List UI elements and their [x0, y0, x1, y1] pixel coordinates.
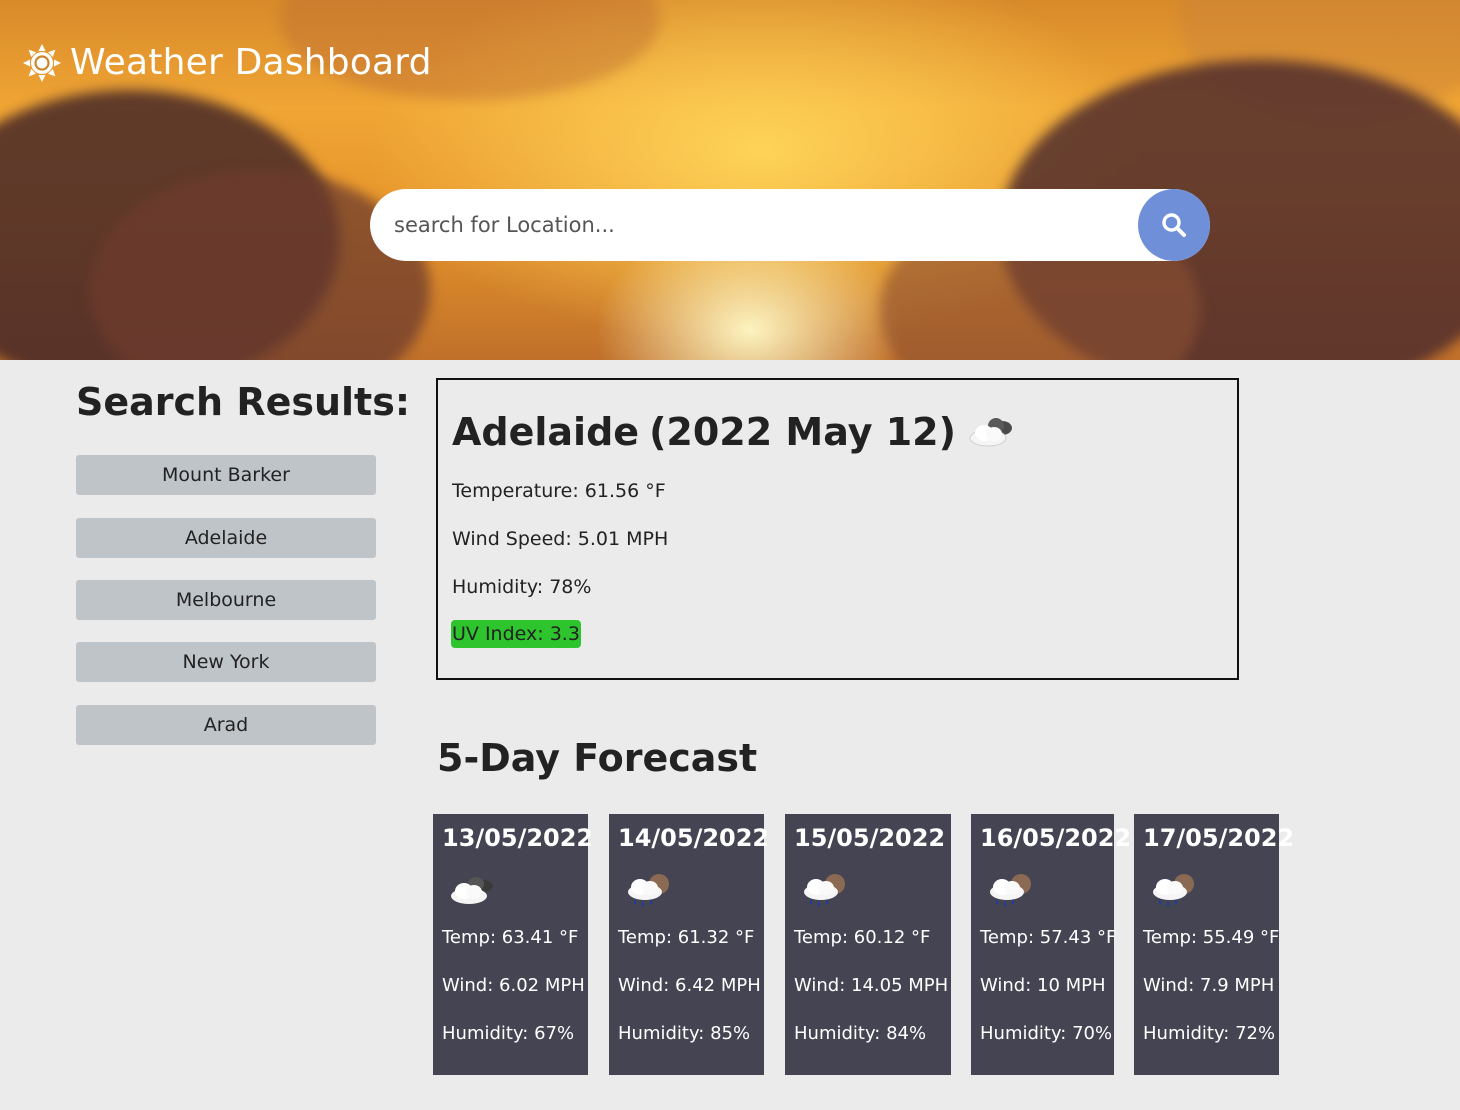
forecast-wind: Wind: 6.02 MPH	[442, 975, 585, 996]
rain-icon	[1153, 874, 1194, 907]
forecast-card: 17/05/2022 Temp: 55.49 °F Wind: 7.9 MPH …	[1134, 814, 1294, 1075]
brand: Weather Dashboard	[22, 42, 432, 83]
forecast-wind: Wind: 6.42 MPH	[618, 975, 761, 996]
search-result-button[interactable]: Adelaide	[76, 518, 376, 558]
app-title: Weather Dashboard	[70, 42, 432, 83]
current-temperature: Temperature: 61.56 °F	[452, 480, 666, 502]
search-result-button[interactable]: Mount Barker	[76, 455, 376, 495]
search-result-button[interactable]: Arad	[76, 705, 376, 745]
rain-icon	[804, 874, 845, 907]
current-city: Adelaide	[452, 410, 640, 454]
hero-header: Weather Dashboard	[0, 0, 1460, 360]
cloudy-icon	[451, 877, 493, 904]
forecast-wind: Wind: 10 MPH	[980, 975, 1106, 996]
forecast-date: 15/05/2022	[794, 824, 946, 852]
search-results-title: Search Results:	[76, 380, 411, 424]
current-humidity: Humidity: 78%	[452, 576, 592, 598]
search-icon	[1162, 213, 1186, 237]
forecast-date: 14/05/2022	[618, 824, 770, 852]
current-date: (2022 May 12)	[649, 410, 956, 454]
forecast-date: 16/05/2022	[980, 824, 1132, 852]
forecast-temp: Temp: 60.12 °F	[794, 927, 931, 948]
search-input[interactable]	[370, 189, 1138, 261]
search-result-button[interactable]: Melbourne	[76, 580, 376, 620]
uv-index-badge: UV Index: 3.3	[451, 620, 581, 648]
search-result-button[interactable]: New York	[76, 642, 376, 682]
forecast-humidity: Humidity: 72%	[1143, 1023, 1276, 1044]
forecast-card: 14/05/2022 Temp: 61.32 °F Wind: 6.42 MPH…	[609, 814, 769, 1075]
current-weather-card: Adelaide (2022 May 12) Temperature: 61.5…	[436, 378, 1239, 680]
current-wind: Wind Speed: 5.01 MPH	[452, 528, 669, 550]
forecast-card: 15/05/2022 Temp: 60.12 °F Wind: 14.05 MP…	[785, 814, 951, 1075]
forecast-humidity: Humidity: 70%	[980, 1023, 1113, 1044]
forecast-humidity: Humidity: 85%	[618, 1023, 751, 1044]
rain-icon	[990, 874, 1031, 907]
forecast-temp: Temp: 57.43 °F	[980, 927, 1117, 948]
cloudy-icon	[969, 418, 1012, 447]
forecast-wind: Wind: 14.05 MPH	[794, 975, 949, 996]
search-bar	[370, 189, 1210, 261]
current-weather-heading: Adelaide (2022 May 12)	[452, 410, 1022, 454]
sun-icon	[23, 43, 61, 82]
forecast-card: 16/05/2022 Temp: 57.43 °F Wind: 10 MPH H…	[971, 814, 1131, 1075]
forecast-temp: Temp: 55.49 °F	[1143, 927, 1280, 948]
forecast-humidity: Humidity: 84%	[794, 1023, 927, 1044]
forecast-date: 17/05/2022	[1143, 824, 1295, 852]
forecast-card: 13/05/2022 Temp: 63.41 °F Wind: 6.02 MPH…	[433, 814, 593, 1075]
forecast-title: 5-Day Forecast	[437, 736, 758, 780]
forecast-temp: Temp: 63.41 °F	[442, 927, 579, 948]
search-button[interactable]	[1138, 189, 1210, 261]
forecast-humidity: Humidity: 67%	[442, 1023, 575, 1044]
forecast-date: 13/05/2022	[442, 824, 594, 852]
forecast-wind: Wind: 7.9 MPH	[1143, 975, 1275, 996]
rain-icon	[628, 874, 669, 907]
forecast-temp: Temp: 61.32 °F	[618, 927, 755, 948]
